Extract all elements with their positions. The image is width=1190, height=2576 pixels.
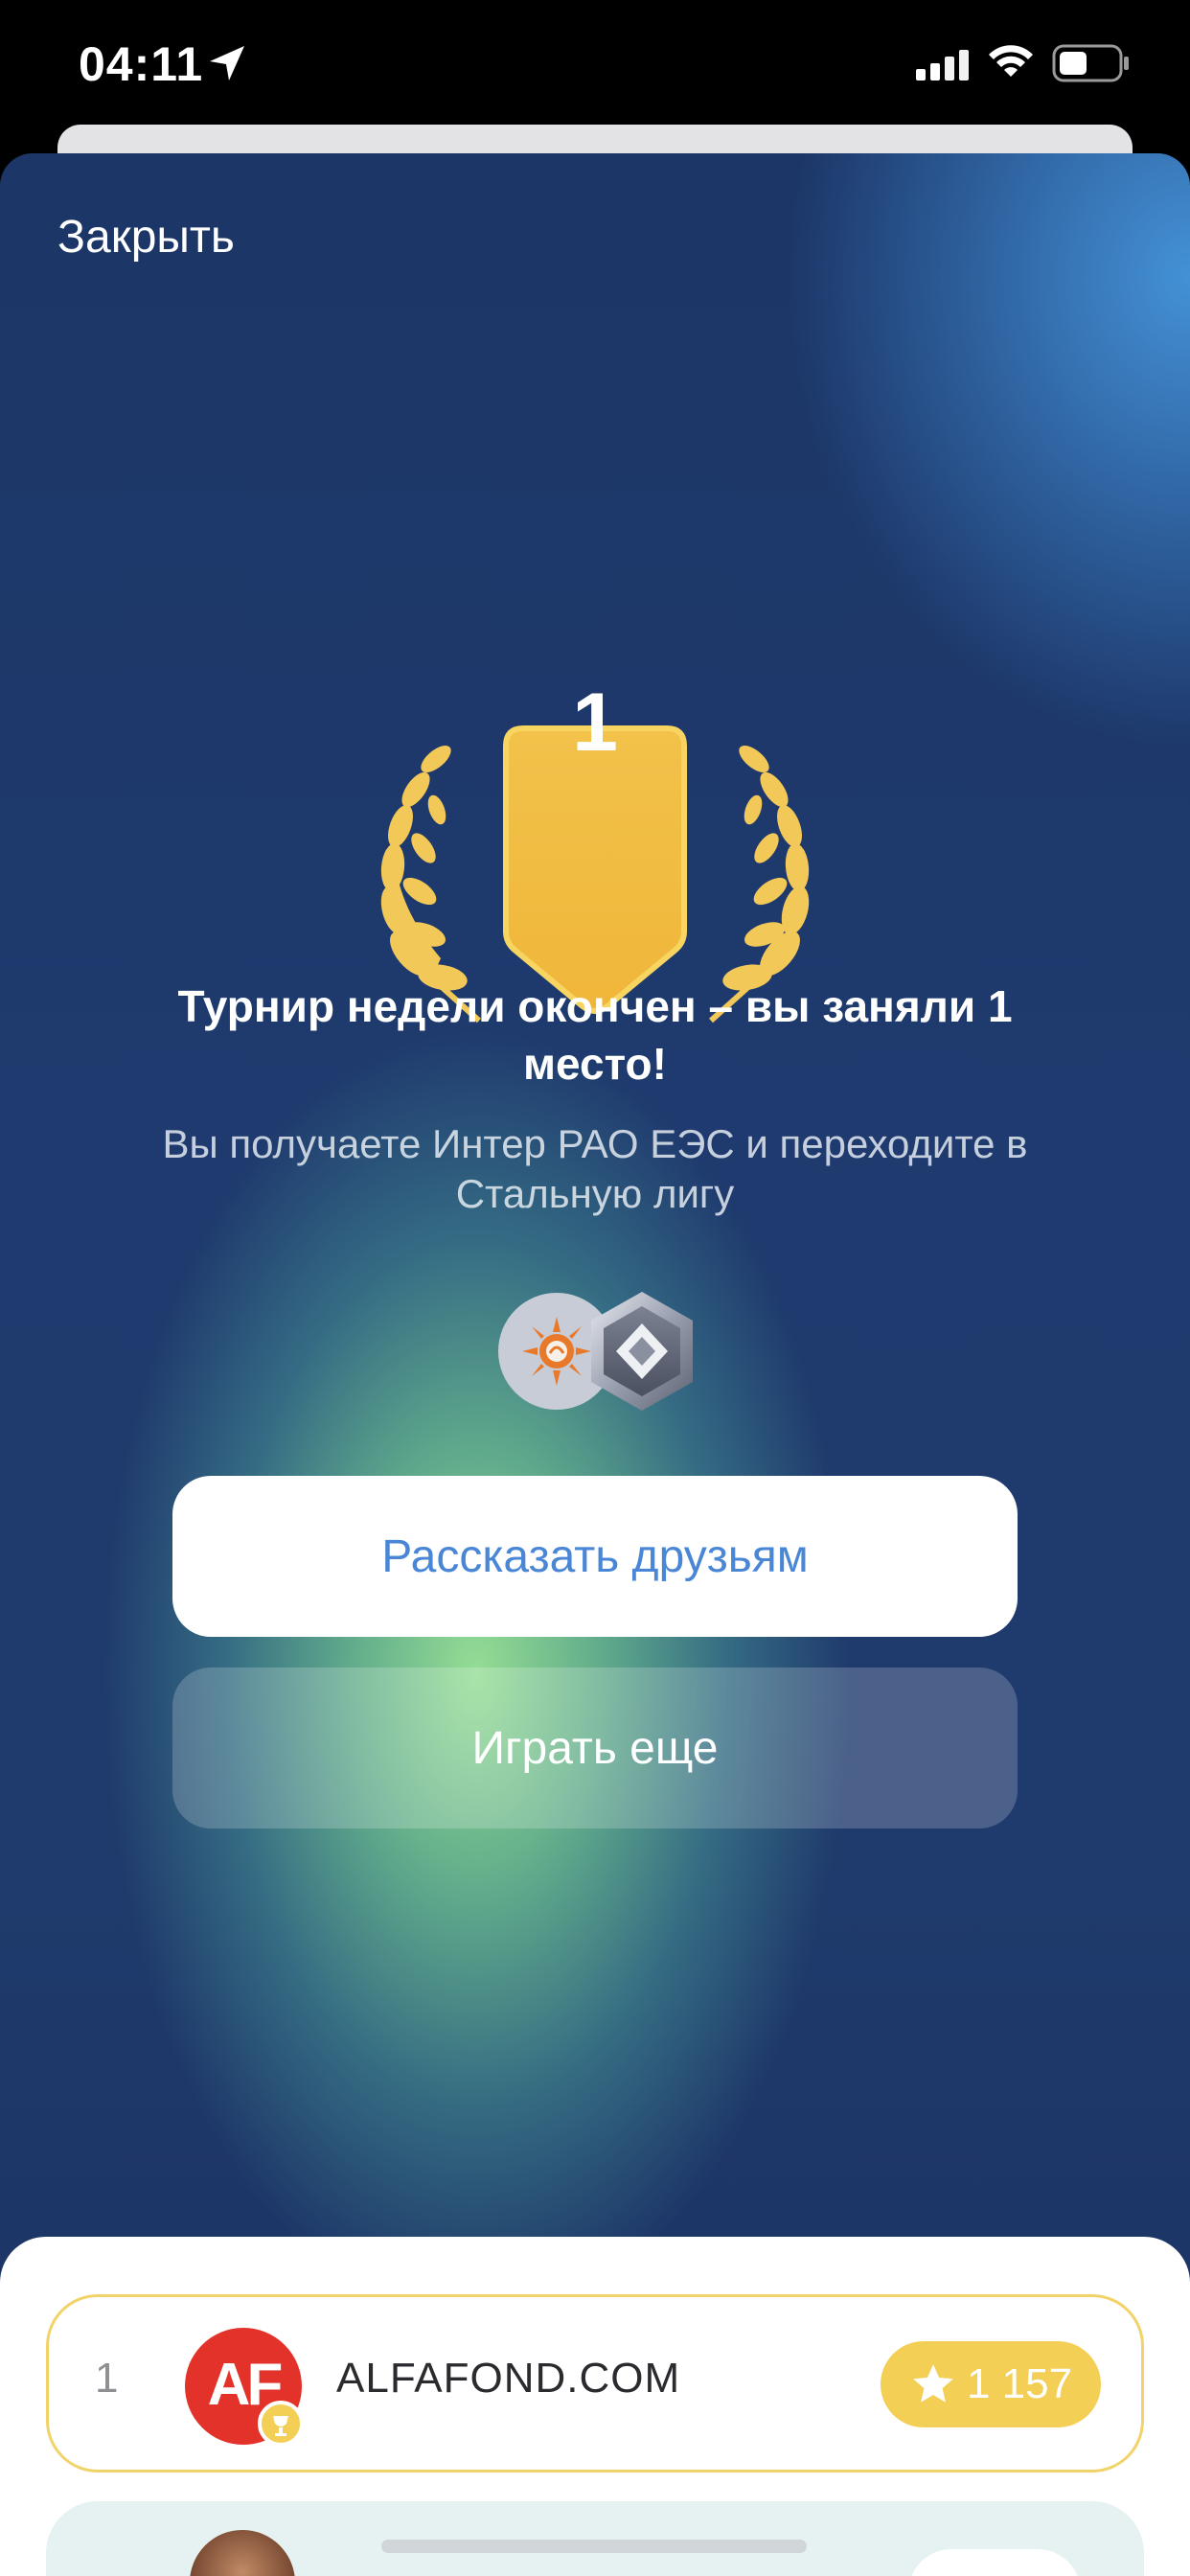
cellular-signal-icon [916,50,969,80]
avatar [190,2530,295,2576]
location-arrow-icon [210,46,244,80]
play-again-button[interactable]: Играть еще [172,1668,1018,1828]
battery-icon [1052,44,1129,82]
place-badge-number: 1 [572,677,618,769]
close-button[interactable]: Закрыть [57,211,235,264]
score-badge: 1 157 [881,2341,1101,2427]
result-subtitle: Вы получаете Интер РАО ЕЭС и переходите … [162,1121,1028,1216]
score-value: 1 157 [966,2360,1073,2407]
status-bar: 04:11 [0,0,1190,125]
share-with-friends-button[interactable]: Рассказать друзьям [172,1476,1018,1637]
avatar-initials: AF [207,2352,284,2418]
avatar: AF [185,2328,304,2447]
leaderboard-row[interactable] [46,2501,1144,2576]
place-shield-icon [503,725,687,1014]
score-badge [908,2549,1081,2576]
steel-league-icon [591,1292,693,1411]
place-badge-laurel-icon [380,725,810,1024]
row-rank: 1 [95,2355,119,2402]
star-icon [913,2364,953,2403]
rewards-group [498,1289,699,1414]
tournament-result-modal: Закрыть 1 Турнир недели окончен – вы зан… [0,153,1190,2576]
result-title: Турнир недели окончен – вы заняли 1 мест… [177,981,1013,1089]
wifi-icon [989,45,1033,77]
sheet-drag-handle[interactable] [381,2540,807,2553]
status-time: 04:11 [79,37,204,91]
leaderboard-sheet: 1 AF ALFAFOND.COM 1 157 [0,2237,1190,2576]
leaderboard-row[interactable]: 1 AF ALFAFOND.COM 1 157 [46,2294,1144,2472]
screen: 04:11 Закрыть 1 Турнир недели окончен – … [0,0,1190,2576]
row-name: ALFAFOND.COM [336,2355,681,2402]
